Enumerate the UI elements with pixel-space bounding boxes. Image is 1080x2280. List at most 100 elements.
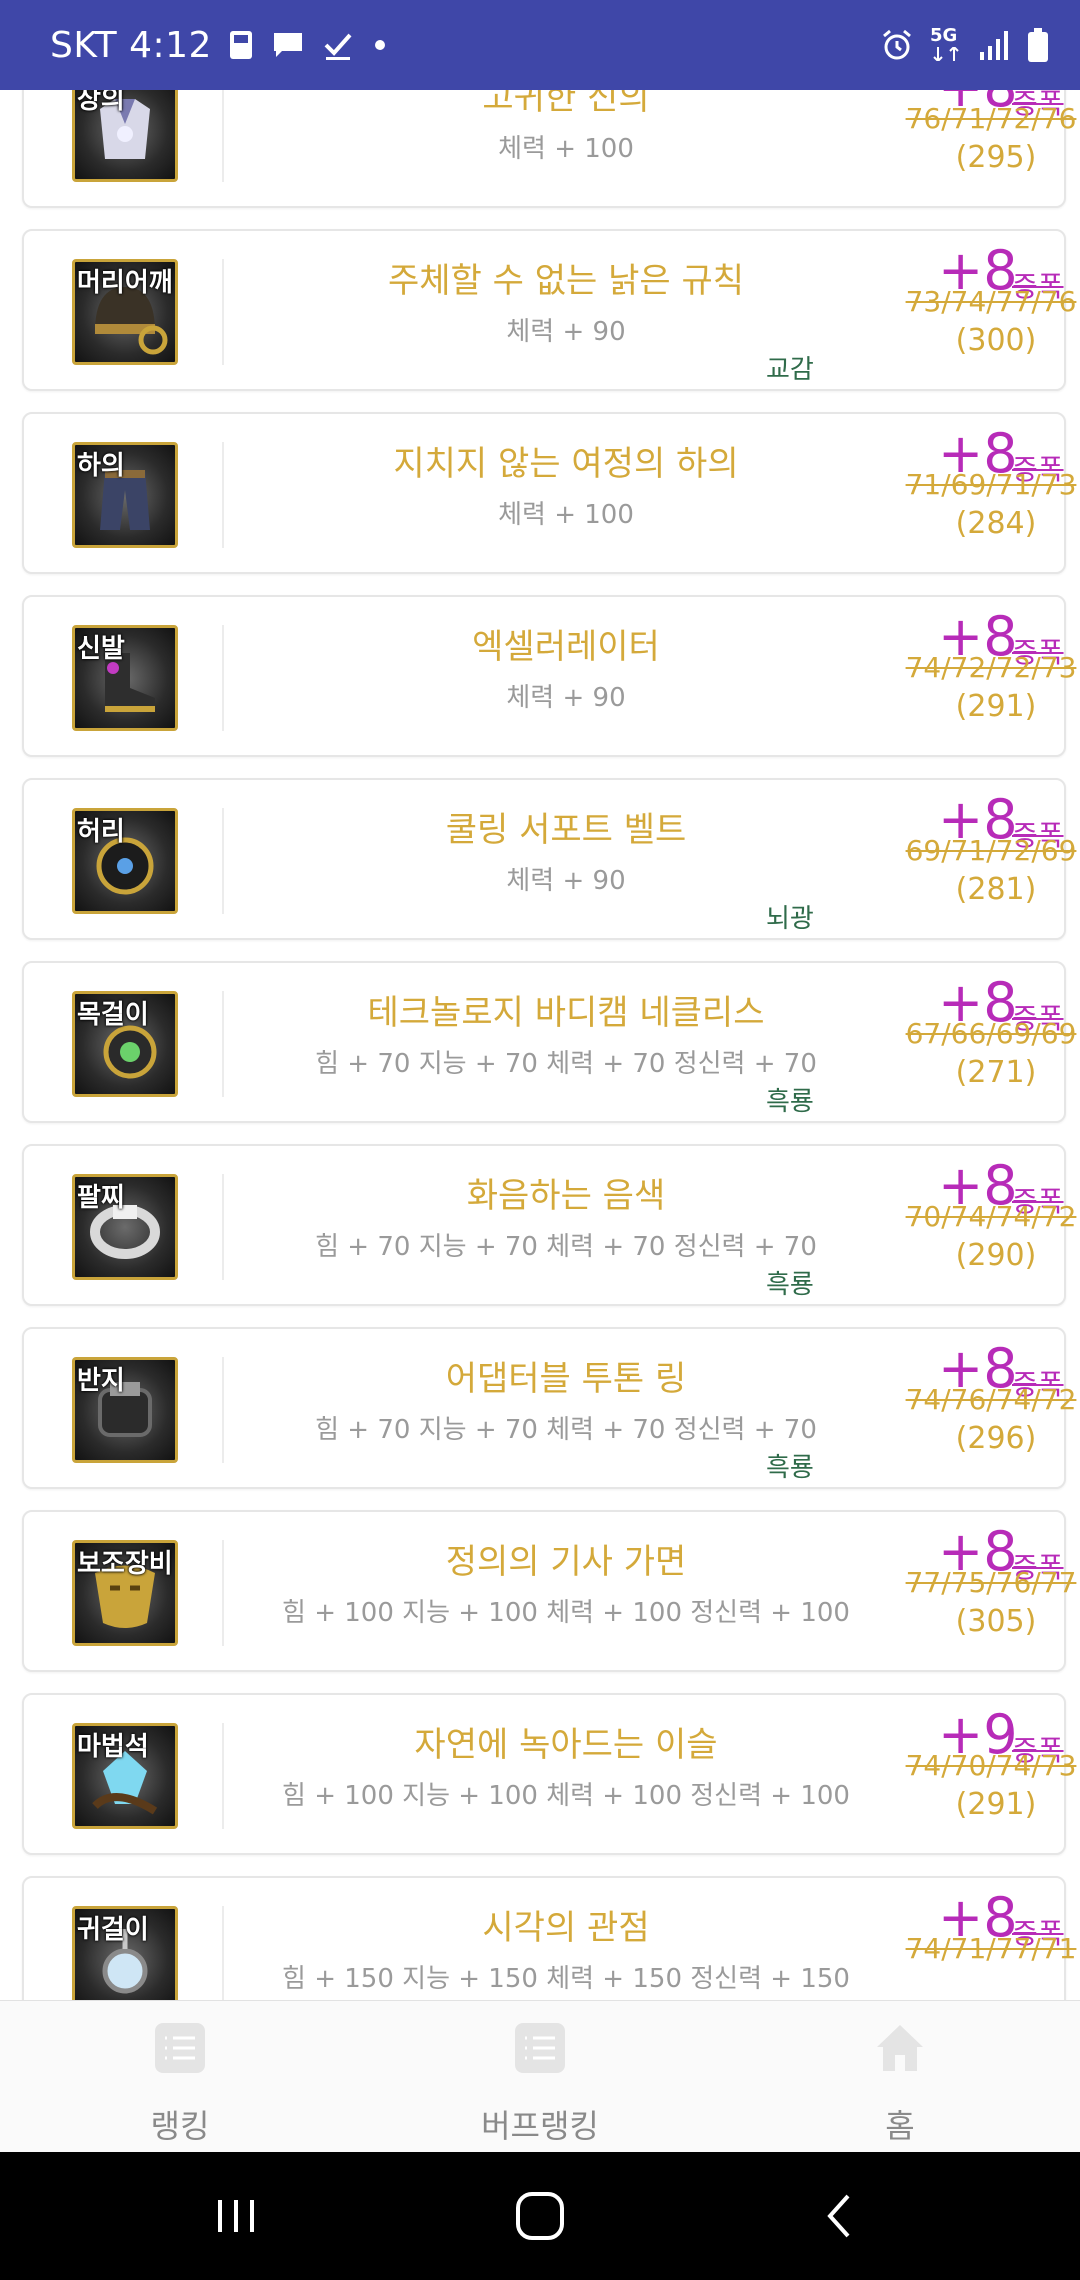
item-icon: 마법석 xyxy=(72,1723,178,1829)
list-icon xyxy=(515,2023,565,2073)
equipment-card[interactable]: 목걸이 테크놀로지 바디캠 네클리스 힘 + 70 지능 + 70 체력 + 7… xyxy=(22,961,1076,1123)
item-stats: 체력 + 90 xyxy=(506,683,626,713)
item-icon: 목걸이 xyxy=(72,991,178,1097)
item-icon: 하의 xyxy=(72,442,178,548)
divider xyxy=(222,1723,224,1829)
stat-breakdown: 76/71/72/76 xyxy=(905,102,1077,135)
divider xyxy=(222,991,224,1097)
equipment-card[interactable]: 귀걸이 시각의 관점 힘 + 150 지능 + 150 체력 + 150 정신력… xyxy=(22,1876,1076,2000)
divider xyxy=(222,1540,224,1646)
item-icon: 상의 xyxy=(72,90,178,182)
stat-total: (291) xyxy=(955,689,1037,724)
battery-icon xyxy=(1028,28,1048,62)
item-stats: 힘 + 70 지능 + 70 체력 + 70 정신력 + 70 xyxy=(315,1049,817,1079)
item-name: 지치지 않는 여정의 하의 xyxy=(393,444,739,484)
divider xyxy=(222,1357,224,1463)
equipment-card[interactable]: 허리 쿨링 서포트 벨트 체력 + 90 뇌광 +8 증폭 69/71/72/6… xyxy=(22,778,1076,940)
item-icon: 팔찌 xyxy=(72,1174,178,1280)
equipment-card[interactable]: 신발 엑셀러레이터 체력 + 90 +8 증폭 74/72/72/73 (291… xyxy=(22,595,1076,757)
dot-icon xyxy=(374,40,385,50)
slot-label: 반지 xyxy=(77,1366,125,1396)
nav-buff-ranking-label: 버프랭킹 xyxy=(481,2107,599,2145)
item-tag: 뇌광 xyxy=(766,904,814,934)
stat-breakdown: 74/70/74/73 xyxy=(905,1749,1077,1782)
equipment-card[interactable]: 상의 고귀한 신의 체력 + 100 +8 증폭 76/71/72/76 (29… xyxy=(22,90,1076,208)
stat-total: (291) xyxy=(955,1787,1037,1822)
slot-label: 신발 xyxy=(77,634,125,664)
item-name: 화음하는 음색 xyxy=(466,1176,666,1216)
divider xyxy=(222,625,224,731)
divider xyxy=(222,1906,224,2000)
check-icon xyxy=(324,33,352,60)
item-icon: 머리어깨 xyxy=(72,259,178,365)
equipment-list[interactable]: 상의 고귀한 신의 체력 + 100 +8 증폭 76/71/72/76 (29… xyxy=(0,90,1080,2000)
stat-breakdown: 70/74/74/72 xyxy=(905,1200,1077,1233)
item-name: 주체할 수 없는 낡은 규칙 xyxy=(387,261,745,301)
divider xyxy=(222,90,224,182)
item-name: 테크놀로지 바디캠 네클리스 xyxy=(367,993,765,1033)
home-button-icon[interactable] xyxy=(510,2186,570,2246)
recent-apps-icon[interactable] xyxy=(206,2186,266,2246)
stat-breakdown: 69/71/72/69 xyxy=(905,834,1077,867)
status-left: SKT 4:12 xyxy=(50,0,390,90)
data-arrows-icon xyxy=(933,47,959,61)
stat-breakdown: 74/76/74/72 xyxy=(905,1383,1077,1416)
item-stats: 힘 + 100 지능 + 100 체력 + 100 정신력 + 100 xyxy=(282,1781,850,1811)
nav-ranking[interactable]: 랭킹 xyxy=(80,2001,280,2153)
slot-label: 보조장비 xyxy=(77,1549,173,1579)
stat-total: (284) xyxy=(955,506,1037,541)
item-name: 시각의 관점 xyxy=(482,1908,650,1948)
stat-breakdown: 73/74/77/76 xyxy=(905,285,1077,318)
item-icon: 귀걸이 xyxy=(72,1906,178,2000)
slot-label: 머리어깨 xyxy=(77,268,173,298)
nav-home[interactable]: 홈 xyxy=(800,2001,1000,2153)
nav-home-label: 홈 xyxy=(885,2107,915,2145)
item-name: 정의의 기사 가면 xyxy=(445,1542,687,1582)
item-stats: 체력 + 100 xyxy=(498,134,634,164)
item-stats: 체력 + 90 xyxy=(506,317,626,347)
item-name: 자연에 녹아드는 이슬 xyxy=(414,1725,718,1765)
item-tag: 흑룡 xyxy=(766,1087,814,1117)
nav-buff-ranking[interactable]: 버프랭킹 xyxy=(440,2001,640,2153)
item-name: 쿨링 서포트 벨트 xyxy=(445,810,687,850)
item-name: 어댑터블 투톤 링 xyxy=(445,1359,687,1399)
item-stats: 힘 + 100 지능 + 100 체력 + 100 정신력 + 100 xyxy=(282,1598,850,1628)
slot-label: 목걸이 xyxy=(77,1000,149,1030)
slot-label: 팔찌 xyxy=(77,1183,125,1213)
item-tag: 교감 xyxy=(766,355,814,385)
status-bar: SKT 4:12 5G xyxy=(0,0,1080,90)
slot-label: 허리 xyxy=(77,817,125,847)
stat-total: (300) xyxy=(955,323,1037,358)
item-stats: 체력 + 90 xyxy=(506,866,626,896)
item-name: 엑셀러레이터 xyxy=(472,627,660,667)
alarm-icon xyxy=(883,29,911,60)
equipment-card[interactable]: 반지 어댑터블 투톤 링 힘 + 70 지능 + 70 체력 + 70 정신력 … xyxy=(22,1327,1076,1489)
equipment-card[interactable]: 팔찌 화음하는 음색 힘 + 70 지능 + 70 체력 + 70 정신력 + … xyxy=(22,1144,1076,1306)
equipment-card[interactable]: 하의 지치지 않는 여정의 하의 체력 + 100 +8 증폭 71/69/71… xyxy=(22,412,1076,574)
carrier-time: SKT 4:12 xyxy=(50,24,212,66)
signal-icon xyxy=(980,31,1008,60)
item-stats: 체력 + 100 xyxy=(498,500,634,530)
item-tag: 흑룡 xyxy=(766,1453,814,1483)
slot-label: 하의 xyxy=(77,451,125,481)
divider xyxy=(222,1174,224,1280)
divider xyxy=(222,442,224,548)
bottom-navigation: 랭킹 버프랭킹 홈 xyxy=(0,2000,1080,2152)
back-icon[interactable] xyxy=(810,2186,870,2246)
equipment-card[interactable]: 마법석 자연에 녹아드는 이슬 힘 + 100 지능 + 100 체력 + 10… xyxy=(22,1693,1076,1855)
item-stats: 힘 + 70 지능 + 70 체력 + 70 정신력 + 70 xyxy=(315,1415,817,1445)
stat-total: (296) xyxy=(955,1421,1037,1456)
equipment-card[interactable]: 보조장비 정의의 기사 가면 힘 + 100 지능 + 100 체력 + 100… xyxy=(22,1510,1076,1672)
stat-total: (295) xyxy=(955,140,1037,175)
stat-total: (290) xyxy=(955,1238,1037,1273)
system-navigation-bar xyxy=(0,2152,1080,2280)
equipment-card[interactable]: 머리어깨 주체할 수 없는 낡은 규칙 체력 + 90 교감 +8 증폭 73/… xyxy=(22,229,1076,391)
message-icon xyxy=(273,33,302,57)
network-type: 5G xyxy=(928,25,964,63)
slot-label: 마법석 xyxy=(77,1732,149,1762)
slot-label: 귀걸이 xyxy=(77,1915,149,1945)
item-icon: 신발 xyxy=(72,625,178,731)
stat-breakdown: 77/75/76/77 xyxy=(905,1566,1077,1599)
divider xyxy=(222,808,224,914)
item-icon: 보조장비 xyxy=(72,1540,178,1646)
